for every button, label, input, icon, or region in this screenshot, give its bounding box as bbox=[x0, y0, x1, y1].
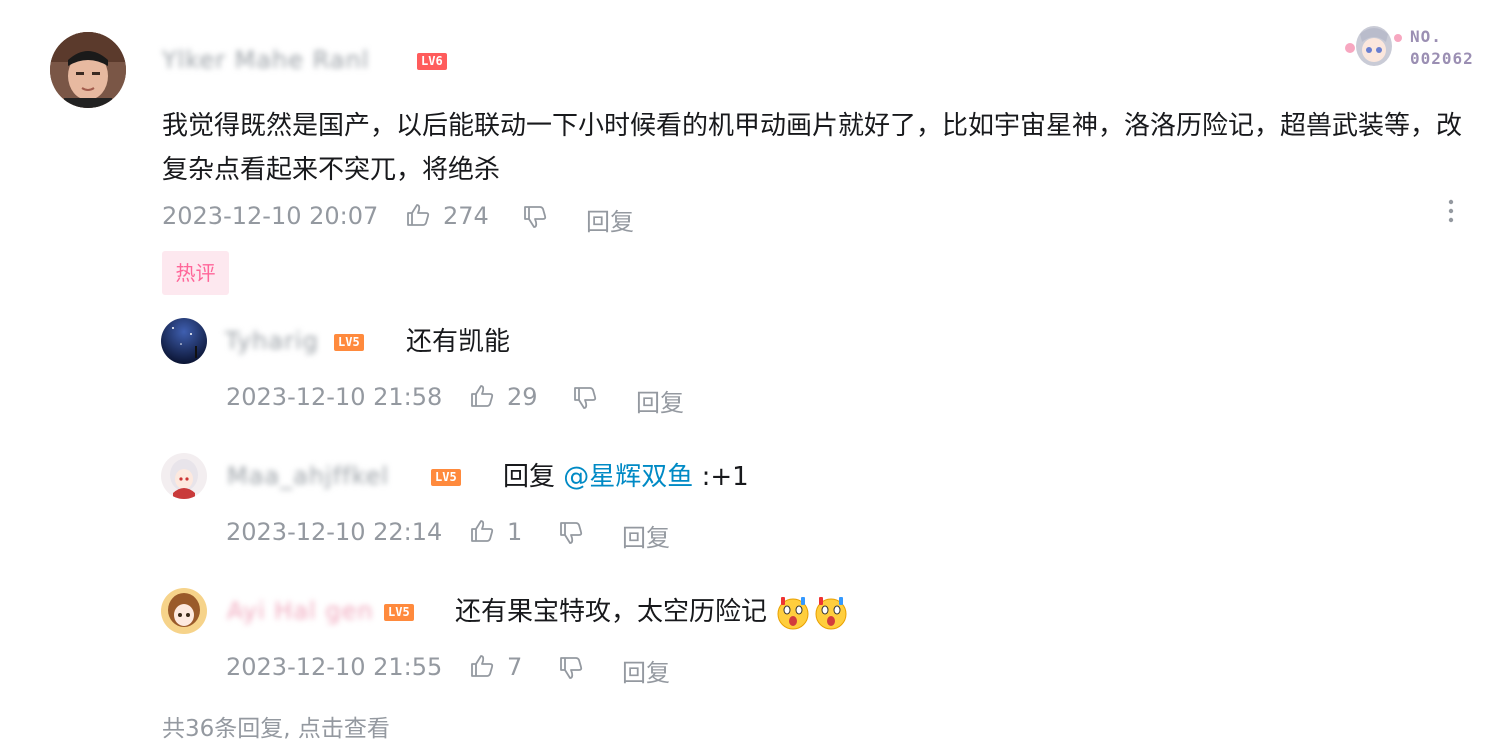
reply-like-count: 1 bbox=[507, 518, 523, 546]
reply-text: :+1 bbox=[701, 462, 749, 492]
reply-avatar[interactable] bbox=[161, 453, 207, 499]
reply-username[interactable]: Maa_ahjffkel bbox=[227, 462, 389, 490]
like-icon[interactable] bbox=[469, 653, 495, 679]
main-comment-username[interactable]: Ylker Mahe Ranl bbox=[162, 46, 369, 74]
hot-comment-tag: 热评 bbox=[162, 251, 229, 295]
reply-timestamp: 2023-12-10 21:55 bbox=[226, 653, 443, 681]
reply-like-count: 7 bbox=[507, 653, 523, 681]
dislike-icon[interactable] bbox=[558, 520, 584, 546]
mention-link[interactable]: @星辉双鱼 bbox=[563, 462, 693, 492]
reply-button[interactable]: 回复 bbox=[622, 518, 670, 553]
main-comment-timestamp: 2023-12-10 20:07 bbox=[162, 202, 379, 230]
main-reply-button[interactable]: 回复 bbox=[586, 202, 634, 237]
view-more-replies-link[interactable]: 共36条回复, 点击查看 bbox=[162, 709, 390, 743]
like-icon[interactable] bbox=[469, 383, 495, 409]
reply-avatar[interactable] bbox=[161, 588, 207, 634]
avatar-face-icon bbox=[50, 32, 126, 108]
reply-text: 还有凯能 bbox=[406, 327, 511, 357]
dislike-icon[interactable] bbox=[572, 385, 598, 411]
reply-timestamp: 2023-12-10 22:14 bbox=[226, 518, 443, 546]
main-comment-text: 我觉得既然是国产，以后能联动一下小时候看的机甲动画片就好了，比如宇宙星神，洛洛历… bbox=[162, 111, 1463, 185]
reply-username[interactable]: Tyharig bbox=[225, 327, 319, 355]
badge-no-label: NO. bbox=[1410, 27, 1442, 46]
fan-badge: NO. 002062 bbox=[1340, 20, 1490, 72]
reply-button[interactable]: 回复 bbox=[622, 653, 670, 688]
night-sky-avatar-icon bbox=[161, 318, 207, 364]
reply-like-count: 29 bbox=[507, 383, 538, 411]
main-comment-avatar[interactable] bbox=[50, 32, 126, 108]
dislike-icon[interactable] bbox=[558, 655, 584, 681]
like-icon[interactable] bbox=[405, 202, 431, 228]
anime-avatar-icon bbox=[161, 453, 207, 499]
anime-avatar-icon bbox=[161, 588, 207, 634]
reply-text-line: 回复 @星辉双鱼 :+1 bbox=[503, 455, 749, 499]
level-badge-lv5: LV5 bbox=[384, 604, 414, 621]
reply-username[interactable]: Ayi Hal gen bbox=[227, 597, 374, 625]
dislike-icon[interactable] bbox=[522, 204, 548, 230]
reply-button[interactable]: 回复 bbox=[636, 383, 684, 418]
reply-avatar[interactable] bbox=[161, 318, 207, 364]
more-vertical-icon[interactable] bbox=[1446, 198, 1456, 224]
anime-girl-icon bbox=[1345, 26, 1402, 66]
level-badge-lv6: LV6 bbox=[417, 53, 447, 70]
reply-text: 还有果宝特攻，太空历险记 bbox=[455, 597, 768, 627]
level-badge-lv5: LV5 bbox=[334, 334, 364, 351]
badge-number: 002062 bbox=[1410, 49, 1474, 68]
level-badge-lv5: LV5 bbox=[431, 469, 461, 486]
like-icon[interactable] bbox=[469, 518, 495, 544]
surprised-face-emoji bbox=[775, 595, 851, 631]
reply-text-line: 还有果宝特攻，太空历险记 bbox=[455, 590, 851, 634]
reply-timestamp: 2023-12-10 21:58 bbox=[226, 383, 443, 411]
reply-prefix: 回复 bbox=[503, 462, 556, 492]
main-like-count: 274 bbox=[443, 202, 489, 230]
